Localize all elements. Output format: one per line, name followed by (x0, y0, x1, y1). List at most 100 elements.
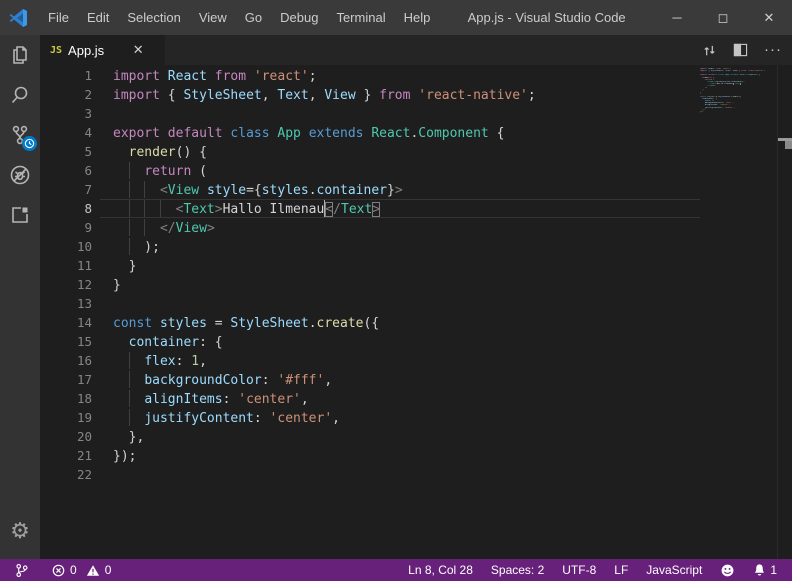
line-number[interactable]: 9 (40, 218, 92, 237)
menu-view[interactable]: View (190, 0, 236, 35)
line-number[interactable]: 7 (40, 180, 92, 199)
line-number[interactable]: 13 (40, 294, 92, 313)
line-number[interactable]: 12 (40, 275, 92, 294)
line-content[interactable]: alignItems: 'center', (100, 389, 700, 408)
indent-guide (129, 371, 130, 388)
line-content[interactable]: justifyContent: 'center', (100, 408, 700, 427)
source-control-icon[interactable] (0, 115, 40, 155)
overview-ruler[interactable] (777, 65, 792, 559)
line-content[interactable]: import React from 'react'; (100, 66, 700, 85)
line-content[interactable] (100, 465, 700, 484)
line-number[interactable]: 5 (40, 142, 92, 161)
line-number[interactable]: 21 (40, 446, 92, 465)
indentation[interactable]: Spaces: 2 (486, 563, 549, 577)
encoding[interactable]: UTF-8 (557, 563, 601, 577)
feedback-item[interactable] (715, 563, 740, 578)
line-content[interactable]: render() { (100, 142, 700, 161)
line-content[interactable]: } (100, 275, 700, 294)
tab-appjs[interactable]: JS App.js ✕ (40, 35, 165, 65)
more-actions-icon[interactable]: ··· (764, 45, 782, 55)
line-number[interactable]: 4 (40, 123, 92, 142)
notifications-item[interactable]: 1 (748, 563, 782, 577)
line-content[interactable]: } (100, 256, 700, 275)
menu-debug[interactable]: Debug (271, 0, 327, 35)
line-content[interactable]: export default class App extends React.C… (100, 123, 700, 142)
line-content[interactable]: container: { (100, 332, 700, 351)
line-number[interactable]: 3 (40, 104, 92, 123)
minimize-button[interactable]: ─ (654, 0, 700, 35)
line-content[interactable]: backgroundColor: '#fff', (100, 370, 700, 389)
line-number[interactable]: 17 (40, 370, 92, 389)
overview-ruler-marker (785, 141, 792, 149)
activity-bar: ⚙ (0, 35, 40, 559)
search-icon[interactable] (0, 75, 40, 115)
line-content[interactable]: return ( (100, 161, 700, 180)
javascript-file-icon: JS (50, 45, 62, 56)
minimap[interactable]: import React from 'react';import { Style… (700, 68, 776, 115)
menu-help[interactable]: Help (395, 0, 440, 35)
indent-guide (144, 200, 145, 217)
line-content[interactable]: import { StyleSheet, Text, View } from '… (100, 85, 700, 104)
line-number[interactable]: 10 (40, 237, 92, 256)
extensions-icon[interactable] (0, 195, 40, 235)
line-number[interactable]: 11 (40, 256, 92, 275)
source-control-sync-badge (22, 136, 37, 151)
language-mode[interactable]: JavaScript (641, 563, 707, 577)
line-number[interactable]: 20 (40, 427, 92, 446)
indent-guide (129, 200, 130, 217)
open-changes-icon[interactable] (702, 43, 717, 58)
tab-close-icon[interactable]: ✕ (130, 42, 146, 58)
indent-guide (129, 219, 130, 236)
problems-item[interactable]: 0 0 (47, 563, 116, 577)
menu-selection[interactable]: Selection (118, 0, 189, 35)
menu-file[interactable]: File (39, 0, 78, 35)
settings-gear-icon[interactable]: ⚙ (0, 511, 40, 551)
vscode-window: FileEditSelectionViewGoDebugTerminalHelp… (0, 0, 792, 581)
line-number[interactable]: 18 (40, 389, 92, 408)
code-line: 6 return ( (40, 161, 700, 180)
line-content[interactable]: }); (100, 446, 700, 465)
cursor-position[interactable]: Ln 8, Col 28 (403, 563, 478, 577)
line-number[interactable]: 1 (40, 66, 92, 85)
line-number[interactable]: 6 (40, 161, 92, 180)
code-line: 21}); (40, 446, 700, 465)
line-content[interactable] (100, 294, 700, 313)
git-branch-item[interactable] (10, 563, 33, 578)
line-content[interactable]: const styles = StyleSheet.create({ (100, 313, 700, 332)
eol-sequence[interactable]: LF (609, 563, 633, 577)
line-content[interactable]: ); (100, 237, 700, 256)
maximize-button[interactable]: ◻ (700, 0, 746, 35)
line-number[interactable]: 2 (40, 85, 92, 104)
line-number[interactable]: 22 (40, 465, 92, 484)
line-content[interactable]: }, (100, 427, 700, 446)
line-number[interactable]: 14 (40, 313, 92, 332)
line-number[interactable]: 16 (40, 351, 92, 370)
line-content[interactable] (100, 104, 700, 123)
warning-icon (86, 564, 100, 577)
menubar: FileEditSelectionViewGoDebugTerminalHelp (39, 0, 439, 35)
menu-go[interactable]: Go (236, 0, 271, 35)
vscode-logo-icon (9, 8, 29, 28)
debug-icon[interactable] (0, 155, 40, 195)
code-area[interactable]: 1 import React from 'react'; 2 import { Sty… (40, 66, 700, 484)
close-window-button[interactable]: ✕ (746, 0, 792, 35)
line-content[interactable]: </View> (100, 218, 700, 237)
code-line: 18 alignItems: 'center', (40, 389, 700, 408)
line-number[interactable]: 8 (40, 199, 92, 218)
indent-guide (129, 162, 130, 179)
menu-terminal[interactable]: Terminal (327, 0, 394, 35)
line-content[interactable]: <View style={styles.container}> (100, 180, 700, 199)
menu-edit[interactable]: Edit (78, 0, 118, 35)
error-icon (52, 564, 65, 577)
code-line: 16 flex: 1, (40, 351, 700, 370)
code-line: 12} (40, 275, 700, 294)
explorer-icon[interactable] (0, 35, 40, 75)
line-content[interactable]: flex: 1, (100, 351, 700, 370)
line-content[interactable]: <Text>Hallo Ilmenau</Text> (100, 199, 700, 218)
code-line: 5 render() { (40, 142, 700, 161)
line-number[interactable]: 19 (40, 408, 92, 427)
line-number[interactable]: 15 (40, 332, 92, 351)
code-line: 3 (40, 104, 700, 123)
editor[interactable]: 1 import React from 'react'; 2 import { Sty… (40, 65, 792, 559)
split-editor-icon[interactable] (733, 43, 748, 57)
